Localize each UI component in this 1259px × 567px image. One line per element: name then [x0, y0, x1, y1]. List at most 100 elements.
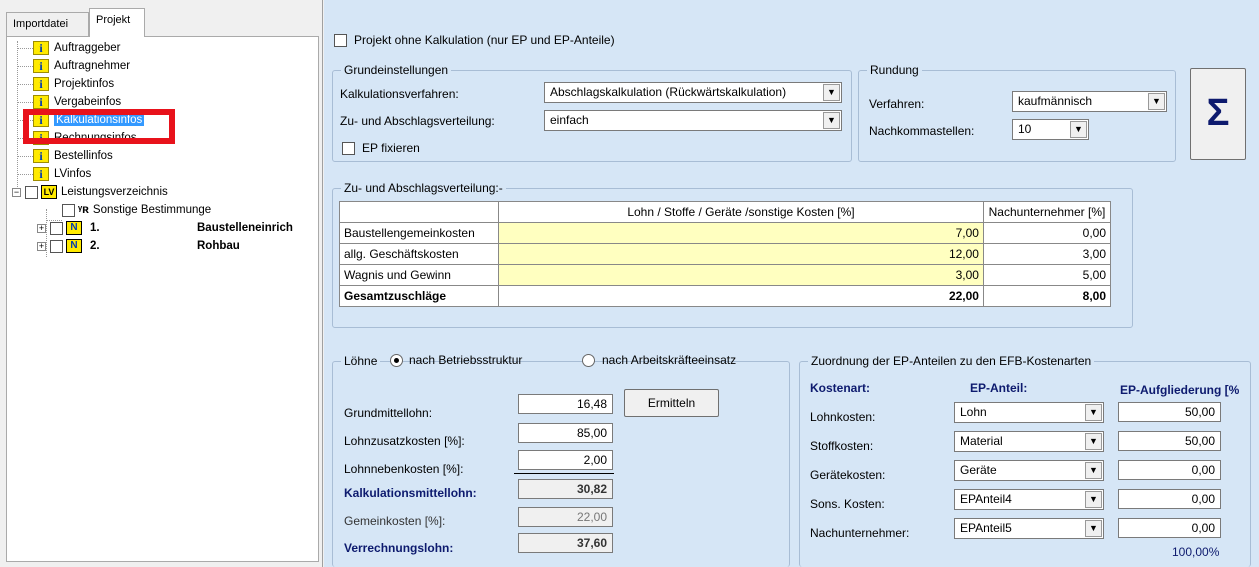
lohn-cell[interactable]: 3,00: [497, 264, 984, 286]
tab-projekt[interactable]: Projekt: [89, 8, 145, 37]
node-name: Baustelleneinrich: [197, 222, 293, 234]
tree-item-label: Leistungsverzeichnis: [61, 186, 168, 198]
lohnneben-field[interactable]: 2,00: [518, 450, 613, 470]
tree-item-label: LVinfos: [54, 168, 92, 180]
grundmittellohn-field[interactable]: 16,48: [518, 394, 613, 414]
grundmittellohn-label: Grundmittellohn:: [344, 406, 433, 420]
lohn-cell[interactable]: 12,00: [497, 243, 984, 265]
geraetekosten-select[interactable]: Geräte ▼: [954, 460, 1104, 481]
group-rundung: Rundung: [858, 63, 1176, 162]
nu-cell[interactable]: 3,00: [982, 243, 1112, 265]
expand-icon[interactable]: +: [37, 241, 46, 251]
sum-button[interactable]: Σ: [1190, 68, 1246, 160]
tree-item-label: Vergabeinfos: [54, 96, 122, 108]
lohn-cell[interactable]: 7,00: [497, 222, 984, 244]
select-value: kaufmännisch: [1018, 94, 1093, 108]
chevron-down-icon: ▼: [823, 84, 840, 101]
group-title: Rundung: [867, 63, 922, 77]
table-row: Baustellengemeinkosten 7,00 0,00: [339, 222, 1112, 244]
lohnkosten-select[interactable]: Lohn ▼: [954, 402, 1104, 423]
nu-cell[interactable]: 0,00: [982, 222, 1112, 244]
ep-fixieren-checkbox[interactable]: [342, 142, 355, 155]
chevron-down-icon: ▼: [1085, 491, 1102, 508]
ep-aufgliederung-header: EP-Aufgliederung [%: [1120, 383, 1240, 397]
geraetekosten-label: Gerätekosten:: [810, 468, 886, 482]
stoffkosten-select[interactable]: Material ▼: [954, 431, 1104, 452]
tree-checkbox[interactable]: [50, 221, 63, 235]
node-name: Rohbau: [197, 240, 240, 252]
tree-item-leistungsverzeichnis[interactable]: − LV Leistungsverzeichnis: [12, 184, 168, 202]
chevron-down-icon: ▼: [1085, 404, 1102, 421]
sonstkosten-select[interactable]: EPAnteil4 ▼: [954, 489, 1104, 510]
stoffkosten-label: Stoffkosten:: [810, 439, 874, 453]
verrechnungslohn-field: 37,60: [518, 533, 613, 553]
gemeinkosten-label: Gemeinkosten [%]:: [344, 514, 446, 528]
sigma-icon: Σ: [1206, 92, 1230, 134]
tree-checkbox[interactable]: [25, 185, 38, 199]
tree-item-sonstige[interactable]: ᵞʀ Sonstige Bestimmunge: [62, 202, 211, 220]
verteilung-select[interactable]: einfach ▼: [544, 110, 842, 131]
table-row: Wagnis und Gewinn 3,00 5,00: [339, 264, 1112, 286]
chevron-down-icon: ▼: [1148, 93, 1165, 110]
tree-item-auftraggeber[interactable]: i Auftraggeber: [33, 40, 121, 58]
tree-checkbox[interactable]: [50, 239, 63, 253]
collapse-icon[interactable]: −: [12, 187, 21, 197]
info-icon: i: [33, 59, 49, 73]
nachkomma-label: Nachkommastellen:: [869, 124, 975, 138]
sonstkosten-field[interactable]: 0,00: [1118, 489, 1221, 509]
tree-checkbox[interactable]: [62, 203, 75, 217]
verteilung-label: Zu- und Abschlagsverteilung:: [340, 114, 495, 128]
gemeinkosten-field: 22,00: [518, 507, 613, 527]
tree-item-label: Sonstige Bestimmunge: [92, 204, 212, 216]
radio-betriebsstruktur[interactable]: [390, 354, 403, 367]
tree-item-node-1[interactable]: + N 1. Baustelleneinrich: [37, 220, 317, 238]
select-value: EPAnteil4: [960, 492, 1012, 506]
nu-cell[interactable]: 5,00: [982, 264, 1112, 286]
info-icon: i: [33, 77, 49, 91]
select-value: Lohn: [960, 405, 987, 419]
info-icon: i: [33, 167, 49, 181]
kalkulationsverfahren-select[interactable]: Abschlagskalkulation (Rückwärtskalkulati…: [544, 82, 842, 103]
tree-item-projektinfos[interactable]: i Projektinfos: [33, 76, 114, 94]
vb-icon: ᵞʀ: [78, 204, 89, 216]
group-title: Löhne: [341, 354, 381, 368]
ep-anteil-header: EP-Anteil:: [970, 381, 1028, 395]
tree-item-lvinfos[interactable]: i LVinfos: [33, 166, 91, 184]
expand-icon[interactable]: +: [37, 223, 46, 233]
kostenart-header: Kostenart:: [810, 381, 871, 395]
node-number: 1.: [90, 222, 100, 234]
nachunternehmer-select[interactable]: EPAnteil5 ▼: [954, 518, 1104, 539]
select-value: EPAnteil5: [960, 521, 1012, 535]
tree-item-auftragnehmer[interactable]: i Auftragnehmer: [33, 58, 130, 76]
highlight-annotation: [23, 109, 175, 144]
rundung-verfahren-label: Verfahren:: [869, 97, 925, 111]
sum-percentage: 100,00%: [1172, 545, 1220, 559]
radio-arbeitskraefte[interactable]: [582, 354, 595, 367]
ermitteln-button[interactable]: Ermitteln: [624, 389, 719, 417]
group-title: Zuordnung der EP-Anteilen zu den EFB-Kos…: [808, 354, 1095, 368]
button-label: Ermitteln: [647, 396, 696, 410]
tree-item-node-2[interactable]: + N 2. Rohbau: [37, 238, 317, 256]
lohnzusatz-field[interactable]: 85,00: [518, 423, 613, 443]
ohne-kalkulation-checkbox[interactable]: [334, 34, 347, 47]
chevron-down-icon: ▼: [1085, 462, 1102, 479]
nachkomma-select[interactable]: 10 ▼: [1012, 119, 1089, 140]
total-lohn-cell: 22,00: [497, 285, 984, 307]
row-label: Gesamtzuschläge: [339, 285, 499, 307]
stoffkosten-field[interactable]: 50,00: [1118, 431, 1221, 451]
info-icon: i: [33, 149, 49, 163]
nachunternehmer-field[interactable]: 0,00: [1118, 518, 1221, 538]
lohnkosten-field[interactable]: 50,00: [1118, 402, 1221, 422]
tab-importdatei[interactable]: Importdatei: [6, 12, 89, 36]
radio-arbeitskraefte-label: nach Arbeitskräfteeinsatz: [602, 353, 737, 367]
rundung-verfahren-select[interactable]: kaufmännisch ▼: [1012, 91, 1167, 112]
kalkulationsmittellohn-field: 30,82: [518, 479, 613, 499]
sonstkosten-label: Sons. Kosten:: [810, 497, 885, 511]
tree-item-label: Bestellinfos: [54, 150, 113, 162]
info-icon: i: [33, 41, 49, 55]
select-value: Material: [960, 434, 1003, 448]
geraetekosten-field[interactable]: 0,00: [1118, 460, 1221, 480]
kalkulationsverfahren-label: Kalkulationsverfahren:: [340, 87, 459, 101]
select-value: einfach: [550, 113, 589, 127]
tree-item-bestellinfos[interactable]: i Bestellinfos: [33, 148, 113, 166]
